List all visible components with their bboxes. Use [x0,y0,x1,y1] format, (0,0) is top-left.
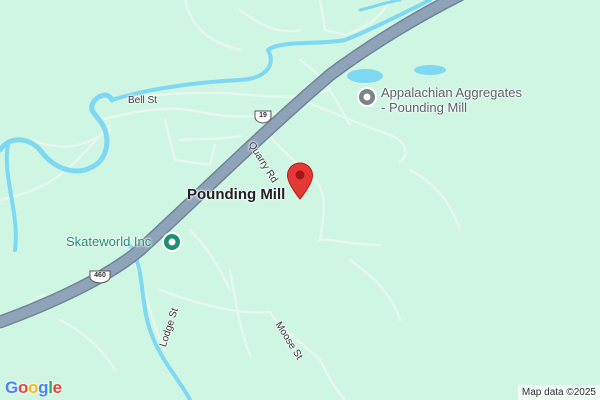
route-shield-460: 460 [89,270,111,284]
map-base-layer [0,0,600,400]
circle-dot-icon [168,238,176,246]
route-shield-19-number: 19 [259,112,267,119]
poi-skateworld-icon[interactable] [162,232,182,252]
google-logo: Google [5,378,62,398]
poi-quarry-label-line2: - Pounding Mill [381,100,467,115]
poi-quarry-icon[interactable] [357,87,377,107]
map-canvas[interactable]: Bell St Quarry Rd Lodge St Moose St 19 4… [0,0,600,400]
poi-skateworld-label[interactable]: Skateworld Inc [66,235,151,249]
google-logo-letter: g [38,378,49,397]
circle-dot-icon [363,93,371,101]
map-attribution: Map data ©2025 [517,385,600,400]
google-logo-letter: o [17,378,29,397]
street-label-bell: Bell St [128,95,157,106]
route-shield-19: 19 [254,110,272,124]
place-label-pounding-mill: Pounding Mill [187,186,286,203]
poi-quarry-label-line1: Appalachian Aggregates [381,85,522,100]
google-logo-letter: o [28,378,39,397]
red-location-pin-icon[interactable] [286,162,314,200]
google-logo-letter: G [5,378,18,397]
route-shield-460-number: 460 [94,272,106,279]
poi-quarry-label[interactable]: Appalachian Aggregates - Pounding Mill [381,86,522,115]
google-logo-letter: e [52,378,62,397]
